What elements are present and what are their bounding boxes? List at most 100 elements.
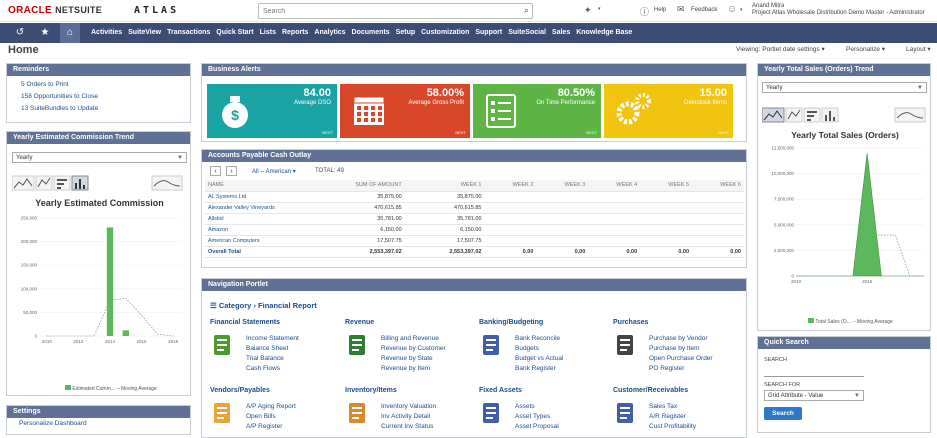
reminder-item[interactable]: 158 Opportunities to Close	[21, 91, 190, 103]
kpi-next-link[interactable]: NEXT	[455, 130, 466, 135]
hamburger-menu-icon[interactable]: ☰	[210, 301, 217, 310]
ap-cell[interactable]: 35,781.00	[314, 213, 405, 225]
sales-period-select[interactable]: Yearly ▼	[762, 82, 927, 93]
nav-link[interactable]: Budgets	[515, 345, 539, 352]
nav-link[interactable]: Cust Profitability	[649, 423, 696, 430]
commission-title[interactable]: Yearly Estimated Commission Trend	[7, 132, 190, 144]
trend-chart-type-icon[interactable]	[894, 107, 926, 123]
nav-item-activities[interactable]: Activities	[88, 23, 125, 43]
ap-cell[interactable]: 35,875.00	[404, 191, 485, 203]
home-icon[interactable]: ⌂	[60, 23, 80, 43]
ap-cell[interactable]: Amazon	[205, 224, 315, 236]
ap-filter-select[interactable]: All -- American ▾	[252, 168, 296, 175]
nav-link[interactable]: Sales Tax	[649, 403, 677, 410]
personalize-button[interactable]: Personalize ▾	[846, 45, 885, 53]
breadcrumb-financial-report[interactable]: Financial Report	[258, 301, 317, 310]
ap-cell[interactable]: 35,781.00	[404, 213, 485, 225]
nav-item-quick-start[interactable]: Quick Start	[213, 23, 256, 43]
nav-link[interactable]: Purchase by Item	[649, 345, 700, 352]
nav-link[interactable]: Billing and Revenue	[381, 335, 439, 342]
ap-column-header[interactable]: WEEK 6	[692, 180, 744, 192]
ap-cell[interactable]: Allstisl	[205, 213, 315, 225]
ap-cell[interactable]: Overall Total	[205, 246, 315, 258]
kpi-on-time-performance[interactable]: 80.50% On Time Performance NEXT	[473, 84, 601, 138]
help-icon[interactable]: ⓘ	[640, 5, 649, 18]
nav-item-lists[interactable]: Lists	[257, 23, 279, 43]
nav-link[interactable]: Assets	[515, 403, 535, 410]
nav-item-sales[interactable]: Sales	[549, 23, 573, 43]
ap-cell[interactable]: 2,553,397.02	[314, 246, 405, 258]
nav-link[interactable]: Open Purchase Order	[649, 355, 713, 362]
nav-item-support[interactable]: Support	[472, 23, 505, 43]
business-alerts-title[interactable]: Business Alerts	[202, 64, 746, 76]
prev-page-button[interactable]: ‹	[210, 166, 221, 176]
ap-column-header[interactable]: SUM OF AMOUNT	[314, 180, 405, 192]
user-avatar-icon[interactable]: ☺	[727, 4, 737, 15]
reminders-title[interactable]: Reminders	[7, 64, 190, 76]
settings-title[interactable]: Settings	[7, 406, 190, 418]
quick-search-button[interactable]: Search	[764, 407, 802, 420]
nav-item-knowledge-base[interactable]: Knowledge Base	[573, 23, 635, 43]
nav-link[interactable]: Income Statement	[246, 335, 299, 342]
ap-cell[interactable]: 2,553,397.02	[404, 246, 485, 258]
kpi-next-link[interactable]: NEXT	[718, 130, 729, 135]
nav-link[interactable]: Open Bills	[246, 413, 276, 420]
nav-link[interactable]: Asset Proposal	[515, 423, 559, 430]
help-link[interactable]: Help	[654, 7, 666, 13]
nav-link[interactable]: Bank Register	[515, 365, 556, 372]
user-info[interactable]: Anand Mitra Project Atlas Wholesale Dist…	[752, 3, 925, 17]
nav-link[interactable]: Revenue by Item	[381, 365, 430, 372]
recent-icon[interactable]: ✦	[584, 5, 592, 16]
netsuite-logo[interactable]: ORACLE NETSUITE	[8, 5, 102, 16]
kpi-average-dso[interactable]: $84.00 Average DSO NEXT	[207, 84, 337, 138]
search-icon[interactable]: ⌕	[524, 5, 529, 16]
favorites-star-icon[interactable]: ★	[35, 23, 55, 43]
ap-cell[interactable]: 17,507.75	[404, 235, 485, 247]
nav-link[interactable]: A/P Register	[246, 423, 282, 430]
nav-link[interactable]: Purchase by Vendor	[649, 335, 708, 342]
nav-link[interactable]: Trial Balance	[246, 355, 284, 362]
nav-link[interactable]: Revenue by State	[381, 355, 433, 362]
viewing-settings[interactable]: Viewing: Portlet date settings ▾	[736, 45, 825, 53]
nav-link[interactable]: Current Inv Status	[381, 423, 433, 430]
nav-item-suitesocial[interactable]: SuiteSocial	[505, 23, 549, 43]
global-search[interactable]: ⌕	[258, 3, 533, 19]
trend-chart-type-icon[interactable]	[151, 175, 183, 191]
ap-cell[interactable]: Alexander Valley Vineyards	[205, 202, 315, 214]
ap-column-header[interactable]: WEEK 4	[588, 180, 641, 192]
ap-cell[interactable]: 35,875.00	[314, 191, 405, 203]
kpi-average-gross-profit[interactable]: 58.00% Average Gross Profit NEXT	[340, 84, 470, 138]
sales-trend-title[interactable]: Yearly Total Sales (Orders) Trend	[758, 64, 930, 76]
feedback-link[interactable]: Feedback	[691, 7, 717, 13]
history-icon[interactable]: ↺	[10, 23, 30, 43]
nav-item-analytics[interactable]: Analytics	[311, 23, 348, 43]
navigation-portlet-title[interactable]: Navigation Portlet	[202, 279, 746, 291]
ap-cell[interactable]: 6,150.00	[314, 224, 405, 236]
nav-link[interactable]: Balance Sheet	[246, 345, 288, 352]
area-chart-type-icon[interactable]	[762, 107, 785, 123]
nav-item-setup[interactable]: Setup	[393, 23, 418, 43]
kpi-next-link[interactable]: NEXT	[586, 130, 597, 135]
nav-link[interactable]: PO Register	[649, 365, 684, 372]
breadcrumb-category[interactable]: Category	[219, 301, 252, 310]
area-chart-type-icon[interactable]	[12, 175, 35, 191]
reminder-item[interactable]: 13 SuiteBundles to Update	[21, 103, 190, 115]
search-input[interactable]	[259, 4, 514, 18]
kpi-overstock-items[interactable]: 15.00 Overstock Items NEXT	[604, 84, 733, 138]
quick-search-for-select[interactable]: Grid Attribute - Value ▼	[764, 390, 864, 401]
reminder-item[interactable]: 5 Orders to Print	[21, 79, 190, 91]
nav-item-reports[interactable]: Reports	[279, 23, 311, 43]
nav-link[interactable]: Asset Types	[515, 413, 550, 420]
ap-column-header[interactable]: WEEK 3	[536, 180, 589, 192]
ap-column-header[interactable]: NAME	[205, 180, 315, 192]
ap-cell[interactable]: AL Systems Ltd	[205, 191, 315, 203]
nav-link[interactable]: A/R Register	[649, 413, 686, 420]
feedback-icon[interactable]: ✉	[677, 4, 685, 15]
ap-column-header[interactable]: WEEK 1	[404, 180, 485, 192]
ap-column-header[interactable]: WEEK 5	[640, 180, 693, 192]
nav-item-suiteview[interactable]: SuiteView	[125, 23, 164, 43]
user-menu-chevron-icon[interactable]: ▾	[740, 7, 743, 13]
kpi-next-link[interactable]: NEXT	[322, 130, 333, 135]
ap-column-header[interactable]: WEEK 2	[484, 180, 537, 192]
personalize-dashboard-link[interactable]: Personalize Dashboard	[7, 418, 190, 427]
